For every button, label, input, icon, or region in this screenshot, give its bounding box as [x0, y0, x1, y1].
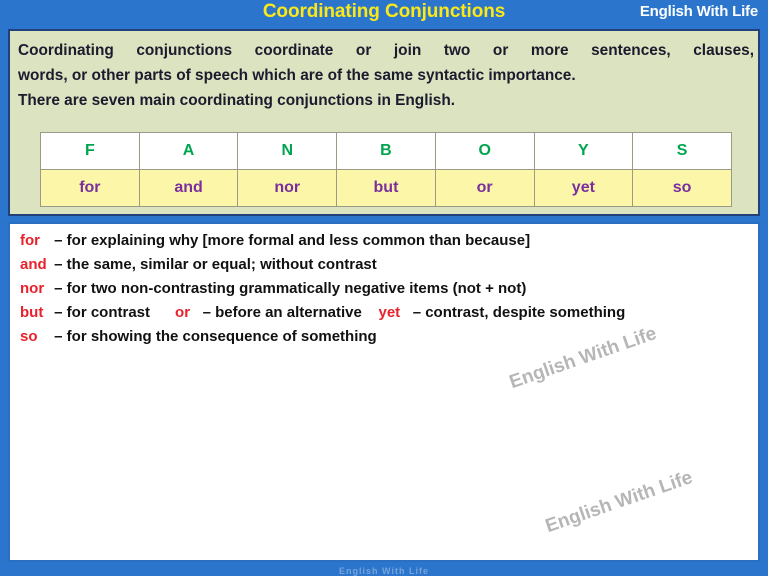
definition-text: – for contrast	[54, 304, 151, 321]
definition-row: nor – for two non-contrasting grammatica…	[20, 277, 754, 301]
definition-keyword-2: or	[175, 304, 191, 321]
definition-keyword: nor	[20, 280, 45, 297]
definition-text: – for two non-contrasting grammatically …	[54, 280, 527, 297]
watermark-bottom: English With Life	[542, 467, 696, 538]
fanboys-letter-cell: Y	[533, 132, 634, 170]
definition-keyword: and	[20, 256, 47, 273]
definition-text: – the same, similar or equal; without co…	[54, 256, 377, 273]
fanboys-letter-cell: O	[434, 132, 535, 170]
header-banner: Coordinating Conjunctions English With L…	[0, 0, 768, 28]
fanboys-letter-cell: A	[138, 132, 239, 170]
fanboys-word-cell: for	[40, 169, 140, 207]
intro-panel: Coordinating conjunctions coordinate or …	[8, 29, 760, 216]
fanboys-word-row: for and nor but or yet so	[40, 169, 732, 207]
fanboys-word-cell: yet	[533, 169, 634, 207]
fanboys-letter-cell: S	[632, 132, 732, 170]
body-panel: for – for explaining why [more formal an…	[8, 222, 760, 562]
fanboys-word-cell: and	[138, 169, 239, 207]
fanboys-word-cell: or	[434, 169, 535, 207]
definition-text: – for explaining why [more formal and le…	[54, 232, 531, 249]
slide-root: Coordinating Conjunctions English With L…	[0, 0, 768, 576]
fanboys-letter-cell: B	[336, 132, 436, 170]
definition-row: and – the same, similar or equal; withou…	[20, 253, 754, 277]
fanboys-letter-cell: N	[237, 132, 338, 170]
fanboys-table: F A N B O Y S for and nor but or yet so	[40, 132, 732, 207]
intro-text: Coordinating conjunctions coordinate or …	[18, 38, 754, 113]
intro-line-2: words, or other parts of speech which ar…	[18, 67, 576, 84]
fanboys-word-cell: but	[336, 169, 436, 207]
footer-ghost-label: English With Life	[339, 566, 429, 576]
fanboys-letter-row: F A N B O Y S	[40, 132, 732, 170]
fanboys-word-cell: so	[632, 169, 732, 207]
intro-line-3: There are seven main coordinating conjun…	[18, 92, 456, 109]
definition-keyword: for	[20, 232, 40, 249]
definition-text-3: – contrast, despite something	[412, 304, 626, 321]
definition-text: – for showing the consequence of somethi…	[54, 328, 377, 345]
definition-row-combined: but – for contrast or – before an altern…	[20, 301, 754, 325]
intro-line-1: Coordinating conjunctions coordinate or …	[18, 42, 754, 59]
definition-row: for – for explaining why [more formal an…	[20, 229, 754, 253]
fanboys-letter-cell: F	[40, 132, 140, 170]
definition-keyword: so	[20, 328, 38, 345]
definition-keyword: but	[20, 304, 44, 321]
definition-row: so – for showing the consequence of some…	[20, 325, 754, 349]
definition-text-2: – before an alternative	[202, 304, 362, 321]
definitions-list: for – for explaining why [more formal an…	[20, 229, 754, 349]
definition-keyword-3: yet	[378, 304, 401, 321]
brand-label: English With Life	[639, 3, 758, 20]
fanboys-word-cell: nor	[237, 169, 338, 207]
